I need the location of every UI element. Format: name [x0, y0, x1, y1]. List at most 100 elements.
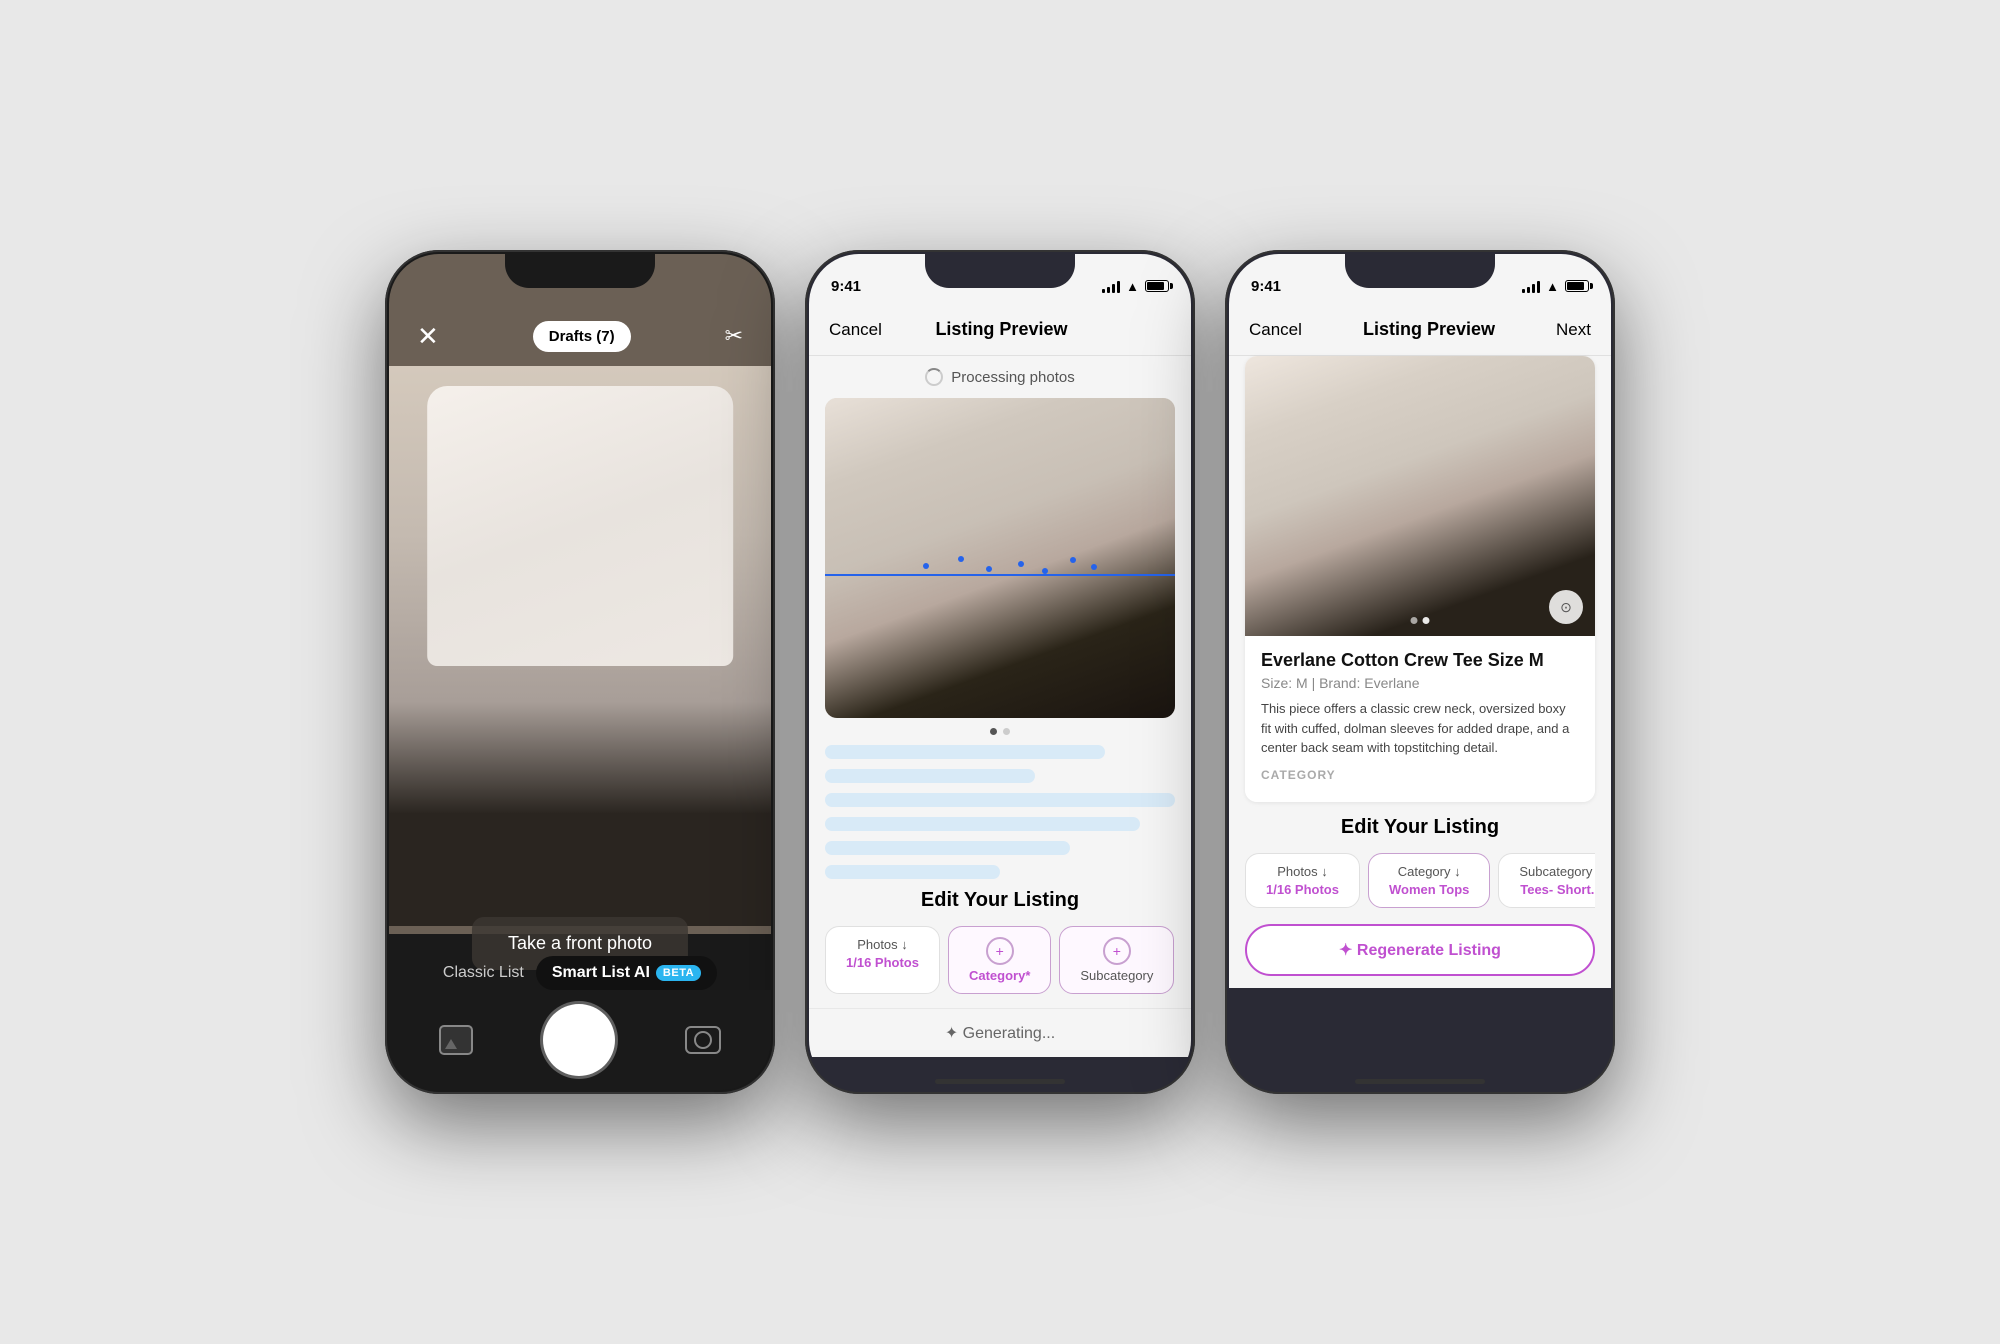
phone-1: ✕ Drafts (7) ✂ Take a front photo Classi…: [385, 250, 775, 1094]
status-icons-3: ▲: [1522, 279, 1589, 294]
camera-controls: [389, 990, 771, 1090]
page-title-3: Listing Preview: [1363, 319, 1495, 340]
person-photo-2: [825, 398, 1175, 718]
skel-5: [825, 841, 1070, 855]
card-dot-1: [1411, 617, 1418, 624]
next-button-3[interactable]: Next: [1556, 320, 1591, 340]
tab-photos-sub-2: 1/16 Photos: [846, 955, 919, 970]
camera-top-bar: ✕ Drafts (7) ✂: [389, 306, 771, 366]
tab-subcat-label-3: Subcategory ↓: [1519, 864, 1595, 879]
tab-subcat-sub-3: Tees- Short...: [1520, 882, 1595, 897]
signal-icon-3: [1522, 280, 1540, 293]
smart-list-mode[interactable]: Smart List AI BETA: [536, 956, 717, 990]
page-title-2: Listing Preview: [935, 319, 1067, 340]
status-time-3: 9:41: [1251, 278, 1281, 295]
generating-bar: ✦ Generating...: [809, 1008, 1191, 1057]
person-preview: [389, 366, 771, 926]
regen-label: ✦ Regenerate Listing: [1339, 940, 1501, 960]
flip-camera-button[interactable]: [685, 1026, 721, 1054]
listing-meta: Size: M | Brand: Everlane: [1261, 675, 1579, 691]
processing-banner: Processing photos: [809, 356, 1191, 398]
signal-bar-1: [1102, 289, 1105, 293]
signal-icon-2: [1102, 280, 1120, 293]
edit-tabs-3[interactable]: Photos ↓ 1/16 Photos Category ↓ Women To…: [1245, 853, 1595, 912]
skel-6: [825, 865, 1000, 879]
battery-icon-2: [1145, 280, 1169, 292]
camera-photo: [389, 366, 771, 926]
phone-2: 9:41 ▲ Cancel Listi: [805, 250, 1195, 1094]
tab-cat-sub-3: Women Tops: [1389, 882, 1469, 897]
nav-bar-3: Cancel Listing Preview Next: [1229, 304, 1611, 356]
card-page-dots: [1411, 617, 1430, 624]
drafts-button[interactable]: Drafts (7): [533, 321, 631, 352]
person-photo-3: [1245, 356, 1595, 636]
wifi-icon-3: ▲: [1546, 279, 1559, 294]
dot-1: [923, 563, 929, 569]
listing-description: This piece offers a classic crew neck, o…: [1261, 699, 1579, 758]
beta-badge: BETA: [656, 965, 701, 981]
tab-photos-2[interactable]: Photos ↓ 1/16 Photos: [825, 926, 940, 994]
cancel-button-3[interactable]: Cancel: [1249, 320, 1302, 340]
tab-category-3[interactable]: Category ↓ Women Tops: [1368, 853, 1490, 908]
nav-bar-2: Cancel Listing Preview: [809, 304, 1191, 356]
signal-bar-3: [1112, 284, 1115, 293]
close-button[interactable]: ✕: [417, 323, 439, 349]
skel-4: [825, 817, 1140, 831]
skel-1: [825, 745, 1105, 759]
listing-card-3: ⊙ Everlane Cotton Crew Tee Size M Size: …: [1245, 356, 1595, 802]
shutter-button[interactable]: [543, 1004, 615, 1076]
dot-3: [986, 566, 992, 572]
dot-4: [1018, 561, 1024, 567]
skel-2: [825, 769, 1035, 783]
skeleton-loading: [825, 745, 1175, 879]
image-page-dots-2: [809, 728, 1191, 735]
signal-bar-3-3: [1532, 284, 1535, 293]
wifi-icon-2: ▲: [1126, 279, 1139, 294]
gallery-button[interactable]: [439, 1025, 473, 1055]
tab-photos-label-3: Photos ↓: [1277, 864, 1328, 879]
status-icons-2: ▲: [1102, 279, 1169, 294]
listing-card-body: Everlane Cotton Crew Tee Size M Size: M …: [1245, 636, 1595, 802]
signal-bar-2: [1107, 287, 1110, 293]
dot-2: [958, 556, 964, 562]
scan-dots: [825, 558, 1175, 578]
tab-cat-label-3: Category ↓: [1398, 864, 1461, 879]
tab-photos-3[interactable]: Photos ↓ 1/16 Photos: [1245, 853, 1360, 908]
classic-list-mode[interactable]: Classic List: [443, 964, 524, 982]
regenerate-button[interactable]: ✦ Regenerate Listing: [1245, 924, 1595, 976]
processing-label: Processing photos: [951, 369, 1074, 386]
dot-6: [1070, 557, 1076, 563]
tab-subcat-3[interactable]: Subcategory ↓ Tees- Short...: [1498, 853, 1595, 908]
notch-2: [925, 254, 1075, 288]
listing-card-image: ⊙: [1245, 356, 1595, 636]
category-icon-2: +: [986, 937, 1014, 965]
tab-subcategory-label-2: Subcategory: [1080, 968, 1153, 983]
cancel-button-2[interactable]: Cancel: [829, 320, 882, 340]
tab-subcategory-2[interactable]: + Subcategory: [1059, 926, 1174, 994]
status-time-2: 9:41: [831, 278, 861, 295]
notch-3: [1345, 254, 1495, 288]
skel-3: [825, 793, 1175, 807]
shirt-area: [427, 386, 733, 666]
edit-listing-title-3: Edit Your Listing: [1245, 816, 1595, 839]
phone-3: 9:41 ▲ Cancel Listi: [1225, 250, 1615, 1094]
tab-category-2[interactable]: + Category*: [948, 926, 1051, 994]
edit-tabs-2[interactable]: Photos ↓ 1/16 Photos + Category* + Subca…: [825, 926, 1175, 998]
phones-container: ✕ Drafts (7) ✂ Take a front photo Classi…: [385, 250, 1615, 1094]
image-edit-button[interactable]: ⊙: [1549, 590, 1583, 624]
tab-photos-label-2: Photos ↓: [857, 937, 908, 952]
signal-bar-3-1: [1522, 289, 1525, 293]
category-header-label: CATEGORY: [1261, 768, 1579, 782]
edit-listing-title-2: Edit Your Listing: [825, 889, 1175, 912]
card-dot-2: [1423, 617, 1430, 624]
generating-label: ✦ Generating...: [945, 1023, 1055, 1043]
scissor-button[interactable]: ✂: [725, 323, 743, 349]
edit-listing-section-3: Edit Your Listing Photos ↓ 1/16 Photos C…: [1229, 816, 1611, 912]
tab-category-label-2: Category*: [969, 968, 1030, 983]
dot-7: [1091, 564, 1097, 570]
signal-bar-4: [1117, 281, 1120, 293]
notch-1: [505, 254, 655, 288]
dot-5: [1042, 568, 1048, 574]
page-dot-1: [990, 728, 997, 735]
edit-listing-section-2: Edit Your Listing Photos ↓ 1/16 Photos +…: [809, 889, 1191, 998]
